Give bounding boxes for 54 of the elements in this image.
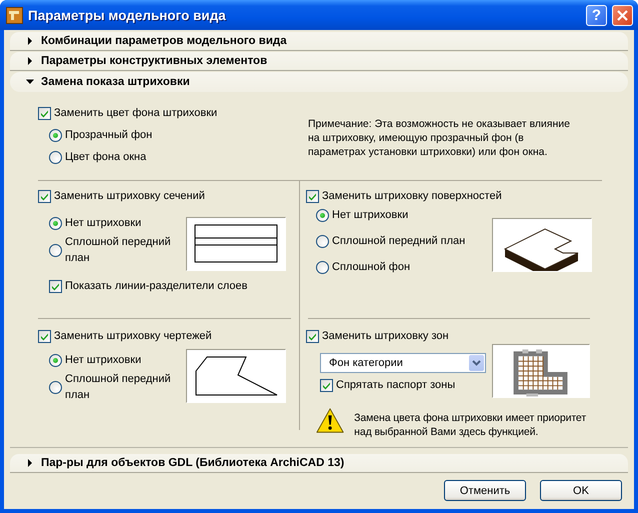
- checkbox-label[interactable]: Заменить штриховку чертежей: [54, 330, 212, 342]
- dialog-button[interactable]: OK: [540, 480, 622, 501]
- checkbox-label[interactable]: Заменить штриховку сечений: [54, 190, 205, 202]
- radio-button[interactable]: [316, 260, 329, 274]
- radio-button[interactable]: [49, 380, 62, 394]
- checkbox-label[interactable]: Показать линии-разделители слоев: [65, 280, 248, 292]
- checkbox-label[interactable]: Заменить штриховку поверхностей: [322, 190, 502, 202]
- radio-button[interactable]: [49, 244, 62, 256]
- radio-label[interactable]: Сплошной передний план: [65, 371, 183, 403]
- checkbox[interactable]: [38, 190, 51, 202]
- radio-button[interactable]: [49, 128, 62, 142]
- checkmark-icon: [308, 192, 317, 200]
- checkmark-icon: [308, 332, 317, 340]
- section-header[interactable]: Пар-ры для объектов GDL (Библиотека ArchiCAD 13): [10, 454, 628, 473]
- checkbox-label[interactable]: Заменить штриховку зон: [322, 330, 449, 342]
- radio-button[interactable]: [49, 354, 62, 366]
- close-icon: [617, 10, 628, 20]
- checkmark-icon: [40, 332, 49, 340]
- radio-button[interactable]: [316, 234, 329, 248]
- dialog-button[interactable]: Отменить: [444, 480, 526, 501]
- warning-icon: [316, 407, 344, 435]
- window-title: Параметры модельного вида: [28, 8, 227, 22]
- checkmark-icon: [322, 380, 331, 390]
- app-icon: [6, 6, 23, 24]
- checkbox[interactable]: [38, 330, 51, 342]
- radio-button[interactable]: [49, 216, 62, 230]
- radio-label[interactable]: Прозрачный фон: [65, 127, 152, 143]
- dropdown[interactable]: Фон категории: [320, 353, 486, 373]
- radio-label[interactable]: Нет штриховки: [65, 352, 183, 368]
- checkbox[interactable]: [49, 280, 62, 292]
- radio-label[interactable]: Сплошной передний план: [65, 234, 183, 266]
- section-header[interactable]: Замена показа штриховки: [10, 72, 628, 92]
- checkbox[interactable]: [38, 106, 51, 120]
- radio-label[interactable]: Сплошной фон: [332, 259, 410, 275]
- checkbox[interactable]: [306, 330, 319, 342]
- checkmark-icon: [51, 282, 60, 290]
- chevron-down-icon: [472, 360, 481, 366]
- radio-label[interactable]: Нет штриховки: [65, 215, 183, 231]
- radio-label[interactable]: Цвет фона окна: [65, 149, 146, 165]
- checkbox[interactable]: [306, 190, 319, 202]
- checkbox-label[interactable]: Спрятать паспорт зоны: [336, 379, 456, 391]
- checkbox[interactable]: [320, 378, 333, 392]
- warning-text: Замена цвета фона штриховки имеет приоритет над выбранной Вами здесь функцией.: [354, 411, 588, 439]
- checkmark-icon: [40, 108, 49, 118]
- checkmark-icon: [40, 192, 49, 200]
- checkbox-label[interactable]: Заменить цвет фона штриховки: [54, 107, 218, 119]
- note-text: Примечание: Эта возможность не оказывает влияние на штриховку, имеющую прозрачный фон (в параметрах установки штриховки) или фон окна.: [308, 117, 571, 160]
- radio-label[interactable]: Нет штриховки: [332, 207, 408, 223]
- radio-button[interactable]: [316, 208, 329, 222]
- radio-button[interactable]: [49, 150, 62, 164]
- section-header[interactable]: Параметры конструктивных элементов: [10, 52, 628, 71]
- close-button[interactable]: [612, 4, 633, 26]
- section-header[interactable]: Комбинации параметров модельного вида: [10, 32, 628, 51]
- radio-label[interactable]: Сплошной передний план: [332, 233, 466, 249]
